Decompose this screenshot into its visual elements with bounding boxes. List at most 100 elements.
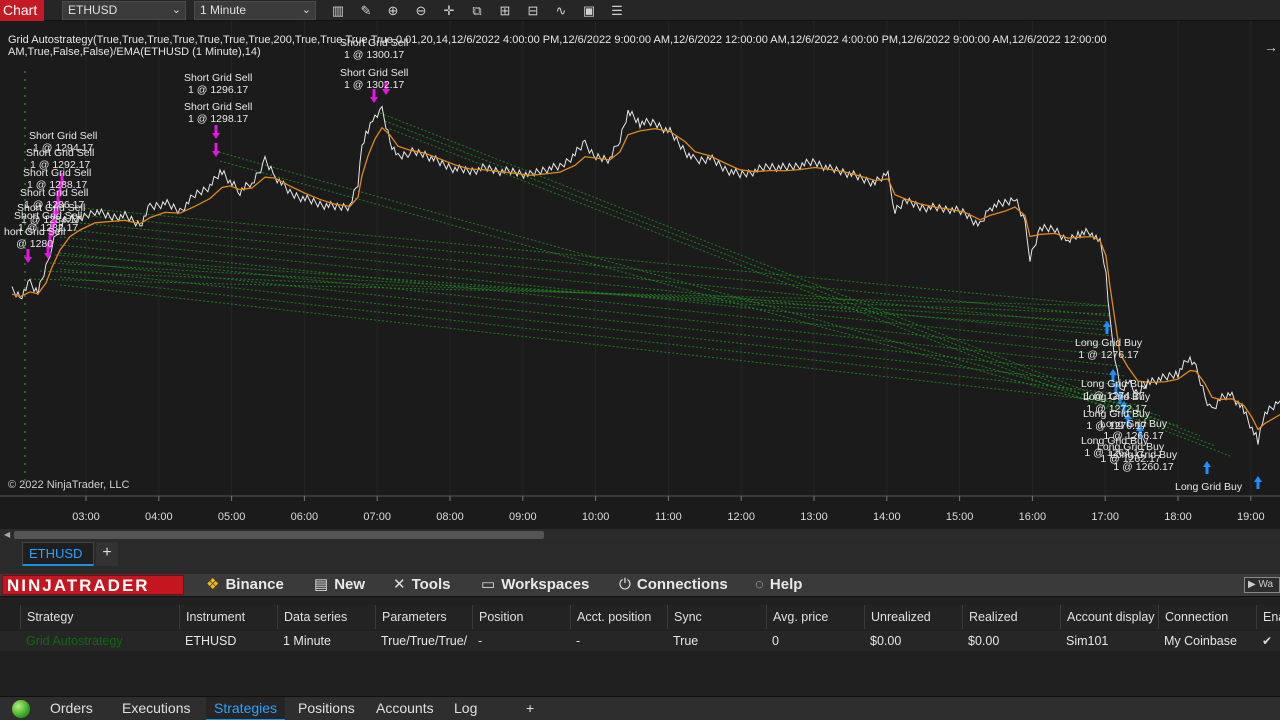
chart-panel[interactable]: 03:00 04:00 05:00 06:00 07:00 08:00 09:00 10:00… — [0, 21, 1280, 529]
cell-connection: My Coinbase — [1164, 634, 1237, 648]
zoom-out-icon[interactable]: ⊖ — [411, 1, 431, 20]
time-label: 04:00 — [145, 511, 173, 523]
add-tab-button[interactable]: + — [518, 697, 542, 720]
watch-button[interactable]: ▶ Wa — [1244, 577, 1280, 593]
chevron-down-icon: ⌄ — [301, 4, 311, 16]
time-label: 13:00 — [800, 511, 828, 523]
instrument-selector[interactable]: ETHUSD ⌄ — [62, 1, 186, 20]
column-header[interactable]: Connection — [1158, 605, 1256, 629]
time-label: 06:00 — [291, 511, 319, 523]
time-label: 03:00 — [72, 511, 100, 523]
new-window-icon: ▤ — [314, 576, 329, 593]
signal-label: Long Grid Buy 1 @ 1260.17 — [1110, 449, 1178, 473]
chart-style-icon[interactable]: ⊞ — [495, 1, 515, 20]
indicators-icon[interactable]: ∿ — [551, 1, 571, 20]
grid-level-lines — [29, 112, 1231, 457]
menu-binance[interactable]: ❖ Binance — [206, 574, 284, 596]
cell-realized: $0.00 — [968, 634, 1000, 648]
crosshair-icon[interactable]: ✛ — [439, 1, 459, 20]
column-header[interactable]: Ena — [1256, 605, 1280, 629]
ninjatrader-window: Chart ETHUSD ⌄ 1 Minute ⌄ ▥ ✎ ⊕ ⊖ ✛ ⧉ ⊞ … — [0, 0, 1280, 720]
column-header[interactable]: Strategy — [20, 605, 178, 629]
menu-label: Workspaces — [501, 576, 590, 593]
sell-arrow-icon — [212, 125, 220, 139]
cell-position: - — [478, 634, 483, 648]
time-label: 11:00 — [655, 511, 682, 523]
column-header[interactable]: Parameters — [375, 605, 472, 629]
time-label: 15:00 — [946, 511, 974, 523]
cell-avg-price: 0 — [772, 634, 779, 648]
time-label: 08:00 — [436, 511, 464, 523]
bar-type-icon[interactable]: ▥ — [328, 1, 348, 20]
arrow-right-icon[interactable]: → — [1264, 39, 1278, 55]
cell-instrument: ETHUSD — [185, 634, 237, 648]
trade-markers — [24, 81, 1262, 489]
table-row[interactable]: Grid Autostrategy ETHUSD 1 Minute True/T… — [0, 631, 1280, 651]
tab-ethusd[interactable]: ETHUSD — [22, 542, 94, 566]
column-header[interactable]: Data series — [277, 605, 375, 629]
add-tab-button[interactable]: + — [96, 542, 118, 566]
binance-icon: ❖ — [206, 576, 220, 593]
chevron-down-icon: ⌄ — [171, 4, 181, 16]
tab-strategies[interactable]: Strategies — [206, 697, 286, 720]
menu-label: Help — [769, 576, 803, 593]
scroll-left-icon[interactable]: ◀ — [4, 530, 14, 540]
menu-workspaces[interactable]: ▭ Workspaces — [481, 574, 589, 596]
column-header[interactable]: Realized — [962, 605, 1060, 629]
grid-level-line — [59, 268, 1131, 387]
logo-text: NINJATRADER — [7, 576, 150, 595]
time-label: 10:00 — [582, 511, 610, 523]
strategy-header: Grid Autostrategy(True,True,True,True,Tr… — [8, 34, 1107, 58]
menu-label: Connections — [636, 576, 728, 593]
grid-level-line — [59, 228, 1115, 337]
menu-tools[interactable]: ✕ Tools — [393, 574, 450, 596]
zoom-in-icon[interactable]: ⊕ — [383, 1, 403, 20]
menu-help[interactable]: ◌ Help — [755, 574, 802, 596]
chart-trader-icon[interactable]: ⊟ — [523, 1, 543, 20]
scroll-thumb[interactable] — [14, 531, 544, 539]
cell-strategy: Grid Autostrategy — [26, 634, 123, 648]
column-header[interactable]: Acct. position — [570, 605, 667, 629]
grid-header: Strategy Instrument Data series Paramete… — [0, 605, 1280, 629]
signal-label: Short Grid Sell 1 @ 1300.17 — [340, 37, 409, 61]
grid-level-line — [59, 205, 1109, 307]
column-header[interactable]: Account display — [1060, 605, 1158, 629]
sell-arrow-icon — [212, 143, 220, 157]
watch-label: Wa — [1258, 579, 1274, 590]
grid-level-line — [59, 276, 1141, 397]
chart-badge: Chart — [0, 0, 44, 21]
tab-executions[interactable]: Executions — [114, 697, 198, 720]
menu-connections[interactable]: ⏻ Connections — [619, 574, 728, 596]
tab-log[interactable]: Log — [446, 697, 485, 720]
time-label: 09:00 — [509, 511, 537, 523]
ninjatrader-logo: NINJATRADER — [2, 575, 184, 595]
column-header[interactable]: Sync — [667, 605, 766, 629]
menu-new[interactable]: ▤ New — [314, 574, 365, 596]
column-header[interactable]: Unrealized — [864, 605, 962, 629]
tab-positions[interactable]: Positions — [290, 697, 363, 720]
buy-arrow-icon — [1203, 461, 1211, 474]
strategies-icon[interactable]: ▣ — [579, 1, 599, 20]
tab-orders[interactable]: Orders — [42, 697, 101, 720]
tab-accounts[interactable]: Accounts — [368, 697, 442, 720]
enabled-checkbox[interactable]: ✔ — [1262, 631, 1276, 651]
cell-account-display: Sim101 — [1066, 634, 1109, 648]
drawing-tool-icon[interactable]: ✎ — [356, 1, 376, 20]
workspaces-icon: ▭ — [481, 576, 496, 593]
properties-icon[interactable]: ☰ — [607, 1, 627, 20]
strategies-grid: Strategy Instrument Data series Paramete… — [0, 596, 1280, 696]
signal-label: Long Grid Buy 1 @ 1276.17 — [1075, 337, 1143, 361]
interval-selector[interactable]: 1 Minute ⌄ — [194, 1, 316, 20]
column-header[interactable]: Avg. price — [766, 605, 864, 629]
instrument-value: ETHUSD — [68, 3, 118, 17]
column-header[interactable]: Position — [472, 605, 570, 629]
column-header[interactable]: Instrument — [179, 605, 277, 629]
signal-label: Short Grid Sell 1 @ 1302.17 — [340, 67, 409, 91]
signal-label: hort Grid Sell @ 1280 — [4, 226, 66, 250]
help-icon: ◌ — [755, 576, 764, 593]
time-label: 16:00 — [1019, 511, 1047, 523]
buy-arrow-icon — [1254, 476, 1262, 489]
vertical-gridlines — [85, 21, 1252, 496]
data-box-icon[interactable]: ⧉ — [467, 1, 487, 20]
chart-scrollbar[interactable]: ◀ — [0, 529, 1280, 541]
